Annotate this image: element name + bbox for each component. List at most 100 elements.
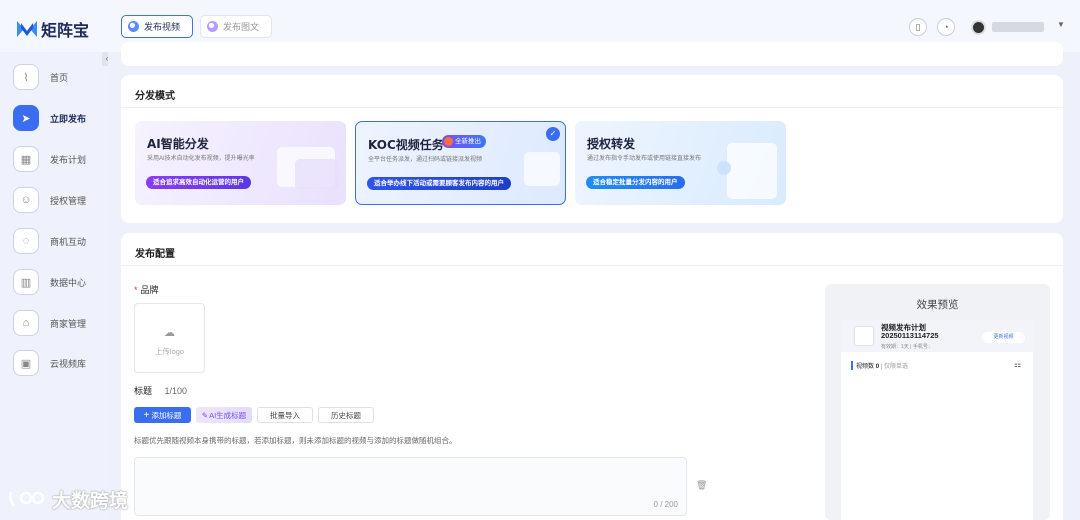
sidebar-item-label: 数据中心 [50, 277, 87, 288]
calendar-icon: ▦ [13, 146, 39, 172]
image-text-tab-icon [207, 21, 218, 32]
user-name-redacted[interactable] [992, 22, 1044, 32]
upload-label: 上传logo [154, 347, 185, 356]
sidebar-item-data-center[interactable]: ▥ 数据中心 [13, 269, 86, 295]
brand-label-text: 品牌 [140, 285, 159, 295]
stat-label: 视频数 [856, 364, 875, 370]
section-title: 发布配置 [135, 249, 175, 260]
tab-label: 发布视频 [144, 22, 181, 32]
sidebar-item-label: 首页 [50, 72, 69, 83]
video-tab-icon [128, 21, 139, 32]
fire-icon [444, 137, 453, 146]
divider [121, 265, 1063, 266]
sidebar-item-auth[interactable]: ☺ 授权管理 [13, 187, 86, 213]
sidebar-item-publish-plan[interactable]: ▦ 发布计划 [13, 146, 86, 172]
send-icon: ➤ [13, 105, 39, 131]
mode-title: 授权转发 [587, 137, 636, 151]
stat-note: 仅限单选 [883, 364, 908, 370]
bell-icon[interactable]: ◔ [937, 18, 955, 36]
title-count: 1/100 [164, 386, 188, 396]
app-name: 矩阵宝 [41, 21, 90, 40]
grid-icon[interactable]: ⚏ [1014, 360, 1021, 369]
tab-publish-video[interactable]: 发布视频 [121, 15, 193, 38]
mode-desc: 全平台任务派发，通过扫码或链接派发视频 [368, 157, 483, 163]
sidebar-item-label: 商家管理 [50, 318, 87, 329]
watermark: 大数跨境 [8, 486, 128, 513]
plan-meta: 有效期：1天 | 手机号： [881, 344, 933, 350]
store-icon: ⌂ [13, 310, 39, 336]
main-content: 分发模式 AI智能分发 采用AI技术自动化发布视频，提升曝光率 适合追求高效自动… [108, 42, 1080, 520]
check-icon: ✓ [546, 127, 560, 141]
button-label: 添加标题 [151, 410, 182, 420]
logo-icon [16, 19, 38, 39]
mode-illustration [727, 143, 777, 199]
plan-id: 20250113114725 [881, 331, 939, 340]
plus-icon: + [143, 409, 150, 421]
sidebar-item-merchant[interactable]: ⌂ 商家管理 [13, 310, 86, 336]
tab-label: 发布图文 [223, 22, 260, 32]
plan-header: 视频发布计划 20250113114725 有效期：1天 | 手机号： 更新视频 [841, 320, 1033, 352]
sidebar-item-home[interactable]: ⌇ 首页 [13, 64, 68, 90]
avatar[interactable] [971, 20, 986, 35]
send-icon [717, 161, 731, 175]
app-logo[interactable]: 矩阵宝 [16, 17, 89, 41]
add-title-button[interactable]: + 添加标题 [134, 407, 191, 423]
sidebar-item-label: 立即发布 [50, 113, 87, 124]
sidebar-item-label: 发布计划 [50, 154, 87, 165]
title-label: 标题 1/100 [134, 384, 187, 397]
pen-icon: ✎ [201, 410, 209, 420]
button-label: 批量导入 [270, 410, 300, 420]
badge-label: 全新推出 [455, 138, 481, 145]
video-library-icon: ▣ [13, 350, 39, 376]
trash-icon[interactable]: 🗑 [696, 480, 707, 491]
video-count: 视频数 0 | 仅限单选 [851, 361, 908, 370]
batch-import-button[interactable]: 批量导入 [257, 407, 313, 423]
button-label: 历史标题 [331, 410, 361, 420]
mode-pill: 适合追求高效自动化运营的用户 [146, 176, 251, 189]
title-textarea[interactable]: 0 / 200 [134, 457, 687, 516]
preview-title: 效果预览 [916, 299, 959, 311]
section-title: 分发模式 [135, 91, 175, 102]
sidebar-item-video-library[interactable]: ▣ 云视频库 [13, 350, 86, 376]
bar-chart-icon: ▥ [13, 269, 39, 295]
brand-label: * 品牌 [134, 285, 159, 295]
sidebar-item-label: 授权管理 [50, 195, 87, 206]
sidebar-item-interaction[interactable]: ◌ 商机互动 [13, 228, 86, 254]
title-hint: 标题优先跟随视频本身携带的标题，若添加标题，则未添加标题的视频与添加的标题做随机… [134, 436, 457, 445]
stat-value: 0 [875, 364, 880, 370]
mode-pill: 适合稳定批量分发内容的用户 [586, 176, 685, 189]
new-badge: 全新推出 [442, 135, 486, 148]
mode-desc: 通过发布指令手动发布或使用链接直接发布 [587, 156, 702, 162]
mode-auth-forward[interactable]: 授权转发 通过发布指令手动发布或使用链接直接发布 适合稳定批量分发内容的用户 [575, 121, 786, 205]
mode-pill: 适合举办线下活动或需要顾客发布内容的用户 [367, 177, 511, 190]
plan-title: 视频发布计划 20250113114725 [881, 324, 939, 340]
book-icon[interactable]: ▯ [909, 18, 927, 36]
phone-preview: 视频发布计划 20250113114725 有效期：1天 | 手机号： 更新视频 … [841, 320, 1033, 520]
chart-line-icon: ⌇ [13, 64, 39, 90]
history-title-button[interactable]: 历史标题 [318, 407, 374, 423]
chevron-down-icon[interactable]: ▼ [1057, 20, 1065, 29]
watermark-text: 大数跨境 [52, 490, 129, 512]
upload-logo[interactable]: ☁ 上传logo [134, 303, 205, 373]
sidebar-item-publish-now[interactable]: ➤ 立即发布 [13, 105, 86, 131]
mode-title: AI智能分发 [147, 137, 209, 151]
update-video-button[interactable]: 更新视频 [982, 332, 1025, 343]
sidebar-item-label: 商机互动 [50, 236, 87, 247]
upload-cloud-icon: ☁ [164, 327, 175, 339]
mode-desc: 采用AI技术自动化发布视频，提升曝光率 [147, 156, 255, 162]
mode-ai-distribution[interactable]: AI智能分发 采用AI技术自动化发布视频，提升曝光率 适合追求高效自动化运营的用… [135, 121, 346, 205]
user-auth-icon: ☺ [13, 187, 39, 213]
plan-thumbnail [854, 326, 874, 346]
mode-illustration [295, 159, 339, 189]
watermark-logo-icon [8, 488, 48, 512]
sidebar-item-label: 云视频库 [50, 358, 87, 369]
mode-koc-task[interactable]: KOC视频任务 全新推出 ✓ 全平台任务派发，通过扫码或链接派发视频 适合举办线… [355, 121, 566, 205]
upper-card-remnant [121, 42, 1063, 66]
effect-preview-panel: 效果预览 视频发布计划 20250113114725 有效期：1天 | 手机号： … [825, 284, 1050, 520]
button-label: AI生成标题 [209, 410, 247, 420]
chat-icon: ◌ [13, 228, 39, 254]
char-counter: 0 / 200 [653, 500, 678, 509]
tab-publish-image-text[interactable]: 发布图文 [200, 15, 272, 38]
mode-title: KOC视频任务 [368, 138, 444, 152]
ai-generate-title-button[interactable]: ✎ AI生成标题 [196, 407, 252, 423]
